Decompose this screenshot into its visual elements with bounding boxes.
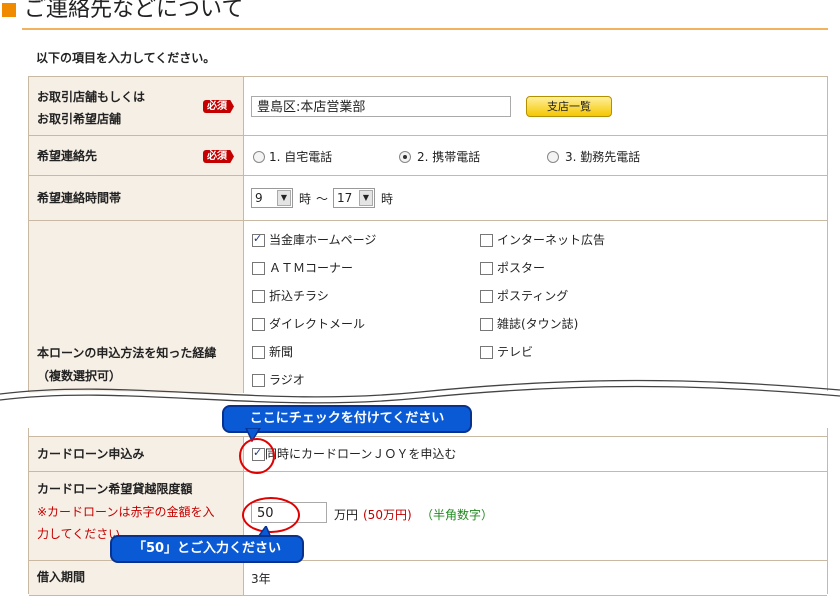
source-right-label: インターネット広告 (497, 233, 606, 247)
checkbox-homepage[interactable] (252, 232, 265, 247)
radio-label-mobile: 2. 携帯電話 (417, 150, 481, 164)
branch-label-2: お取引希望店舗 (37, 112, 122, 126)
source-label-1: 本ローンの申込方法を知った経緯 (37, 346, 217, 360)
limit-green-hint: （半角数字） (421, 508, 494, 522)
source-left-label: ＡＴＭコーナー (269, 261, 354, 275)
checkbox-direct-mail[interactable] (252, 318, 265, 331)
source-left-label: 当金庫ホームページ (269, 233, 377, 247)
radio-work-phone[interactable] (547, 151, 559, 163)
time-separator: ～ (316, 192, 329, 206)
time-unit-2: 時 (381, 192, 394, 206)
checkbox-tv[interactable] (480, 346, 493, 359)
time-label: 希望連絡時間帯 (37, 191, 122, 205)
period-value: 3年 (251, 572, 271, 586)
checkbox-newspaper[interactable] (252, 346, 265, 359)
source-right-label: ポスティング (497, 289, 569, 303)
checkbox-poster[interactable] (480, 262, 493, 275)
intro-text: 以下の項目を入力してください。 (36, 51, 216, 65)
callout-enter-50: 「50」とご入力ください (110, 535, 304, 563)
branch-list-button[interactable]: 支店一覧 (526, 96, 612, 117)
period-label: 借入期間 (37, 570, 86, 584)
checkbox-flyer[interactable] (252, 290, 265, 303)
source-row: 本ローンの申込方法を知った経緯 （複数選択可） 当金庫ホームページ ＡＴＭコーナ… (29, 220, 827, 393)
header-square-icon (2, 3, 16, 17)
page-title: ご連絡先などについて (24, 0, 244, 22)
radio-home-phone[interactable] (253, 151, 265, 163)
branch-label-1: お取引店舗もしくは (37, 90, 146, 104)
card-row: カードローン申込み 同時にカードローンＪＯＹを申込む (29, 436, 827, 472)
contact-label-cell: 希望連絡先 必須 (29, 136, 244, 176)
source-label-cell: 本ローンの申込方法を知った経緯 （複数選択可） (29, 221, 244, 393)
time-label-cell: 希望連絡時間帯 (29, 176, 244, 221)
period-row: 借入期間 3年 (29, 560, 827, 596)
chevron-down-icon: ▼ (359, 190, 373, 206)
checkbox-internet-ad[interactable] (480, 234, 493, 247)
highlight-ring-checkbox (239, 438, 275, 474)
card-label: カードローン申込み (37, 447, 145, 461)
contact-label: 希望連絡先 (37, 149, 98, 163)
limit-unit: 万円 (334, 508, 359, 522)
source-right-label: テレビ (497, 345, 534, 359)
chevron-down-icon: ▼ (277, 190, 291, 206)
time-to-value: 17 (337, 191, 353, 205)
checkbox-magazine[interactable] (480, 318, 493, 331)
time-to-select[interactable]: 17 ▼ (333, 188, 375, 208)
header-rule (22, 28, 828, 30)
source-right-label: 雑誌(タウン誌) (497, 317, 579, 331)
limit-label: カードローン希望貸越限度額 (37, 482, 193, 496)
required-badge: 必須 (203, 150, 234, 163)
page-header: ご連絡先などについて (0, 0, 840, 30)
source-left-label: 新聞 (269, 345, 294, 359)
checkbox-atm[interactable] (252, 262, 265, 275)
card-label-cell: カードローン申込み (29, 437, 244, 472)
time-unit-1: 時 (299, 192, 312, 206)
limit-note-1: ※カードローンは赤字の金額を入 (37, 505, 215, 519)
checkbox-posting[interactable] (480, 290, 493, 303)
branch-input[interactable]: 豊島区:本店営業部 (251, 96, 511, 117)
time-row: 希望連絡時間帯 9 ▼ 時 ～ 17 ▼ 時 (29, 175, 827, 221)
source-right-label: ポスター (497, 261, 546, 275)
contact-row: 希望連絡先 必須 1. 自宅電話 2. 携帯電話 3. 勤務先電話 (29, 135, 827, 176)
time-from-value: 9 (255, 191, 263, 205)
branch-row: お取引店舗もしくは お取引希望店舗 必須 豊島区:本店営業部 支店一覧 (29, 76, 827, 136)
form-table-upper: お取引店舗もしくは お取引希望店舗 必須 豊島区:本店営業部 支店一覧 希望連絡… (28, 76, 828, 393)
period-label-cell: 借入期間 (29, 561, 244, 595)
branch-label-cell: お取引店舗もしくは お取引希望店舗 必須 (29, 77, 244, 136)
radio-mobile-phone[interactable] (399, 151, 411, 163)
radio-label-home: 1. 自宅電話 (269, 150, 333, 164)
required-badge: 必須 (203, 100, 234, 113)
radio-label-work: 3. 勤務先電話 (565, 150, 641, 164)
limit-note-2: 力してください (37, 527, 121, 541)
limit-red-hint: (50万円) (363, 508, 412, 522)
form-table-lower: カードローン申込み 同時にカードローンＪＯＹを申込む カードローン希望貸越限度額… (28, 428, 828, 596)
source-left-label: 折込チラシ (269, 289, 329, 303)
card-checkbox-label: 同時にカードローンＪＯＹを申込む (265, 447, 457, 461)
time-from-select[interactable]: 9 ▼ (251, 188, 293, 208)
source-left-label: ダイレクトメール (269, 317, 366, 331)
